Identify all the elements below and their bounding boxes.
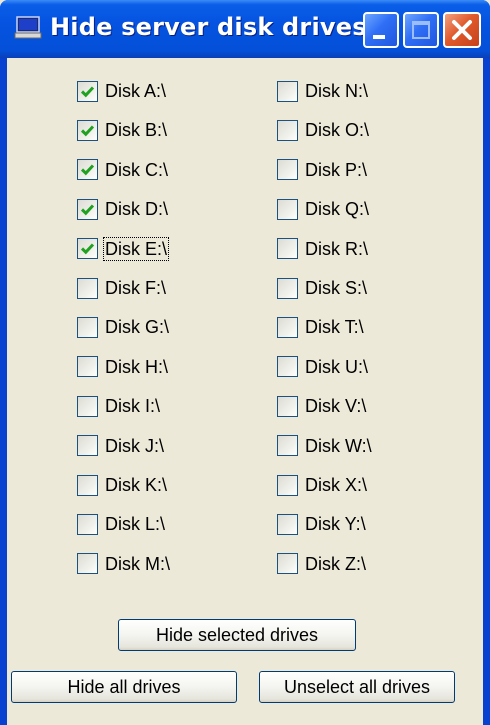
title-bar[interactable]: Hide server disk drives xyxy=(0,0,490,58)
drive-checkbox[interactable] xyxy=(277,80,298,102)
drive-checkbox[interactable] xyxy=(77,316,98,338)
drive-checkbox[interactable] xyxy=(277,435,298,457)
maximize-button[interactable] xyxy=(403,12,439,48)
drive-checkbox[interactable] xyxy=(77,553,98,575)
hide-selected-drives-button[interactable]: Hide selected drives xyxy=(118,619,356,651)
drive-checkbox-row[interactable]: Disk R:\ xyxy=(277,234,369,264)
drive-checkbox-row[interactable]: Disk X:\ xyxy=(277,470,368,500)
drive-checkbox-row[interactable]: Disk M:\ xyxy=(77,549,171,579)
drive-checkbox-row[interactable]: Disk B:\ xyxy=(77,115,168,145)
drive-checkbox-label: Disk I:\ xyxy=(105,396,161,417)
drive-checkbox-row[interactable]: Disk W:\ xyxy=(277,431,373,461)
drive-checkbox[interactable] xyxy=(277,316,298,338)
drive-checkbox-label: Disk O:\ xyxy=(305,120,370,141)
monitor-app-icon xyxy=(14,14,42,42)
drive-checkbox-row[interactable]: Disk C:\ xyxy=(77,155,169,185)
drive-checkbox-row[interactable]: Disk D:\ xyxy=(77,194,169,224)
drive-checkbox-label: Disk U:\ xyxy=(305,356,368,377)
drive-checkbox[interactable] xyxy=(77,474,98,496)
drive-checkbox-label: Disk N:\ xyxy=(305,81,368,101)
drive-checkbox-label: Disk J:\ xyxy=(105,435,165,456)
drive-checkbox-row[interactable]: Disk N:\ xyxy=(277,76,369,106)
drive-checkbox-row[interactable]: Disk I:\ xyxy=(77,391,161,421)
drive-checkbox-label: Disk P:\ xyxy=(305,159,368,180)
unselect-all-drives-button[interactable]: Unselect all drives xyxy=(259,671,455,703)
drive-checkbox-row[interactable]: Disk A:\ xyxy=(77,76,167,106)
drive-checkbox-row[interactable]: Disk T:\ xyxy=(277,312,365,342)
drive-checkbox-row[interactable]: Disk O:\ xyxy=(277,115,370,145)
drive-checkbox-row[interactable]: Disk Z:\ xyxy=(277,549,367,579)
drive-checkbox[interactable] xyxy=(77,356,98,378)
drive-checkbox-row[interactable]: Disk Q:\ xyxy=(277,194,370,224)
maximize-icon xyxy=(412,21,430,39)
drive-checkbox[interactable] xyxy=(277,395,298,417)
drive-checkbox-row[interactable]: Disk E:\ xyxy=(77,234,170,264)
drive-checkbox[interactable] xyxy=(77,80,98,102)
drive-checkbox-label: Disk K:\ xyxy=(105,475,168,495)
drive-checkbox-label: Disk V:\ xyxy=(305,396,367,417)
drive-checkbox[interactable] xyxy=(77,435,98,457)
drive-checkbox-label: Disk F:\ xyxy=(105,278,166,298)
drive-checkbox-label: Disk L:\ xyxy=(105,514,166,535)
drive-checkbox-row[interactable]: Disk L:\ xyxy=(77,509,166,539)
drive-checkbox[interactable] xyxy=(77,238,98,260)
close-button[interactable] xyxy=(443,12,481,48)
drive-checkbox-label: Disk Q:\ xyxy=(305,199,370,220)
drive-checkbox[interactable] xyxy=(277,553,298,575)
dialog-window: Hide server disk drives Disk A:\ Disk B:\… xyxy=(0,0,490,725)
drive-checkbox-label: Disk Z:\ xyxy=(305,553,366,574)
drive-checkbox-label: Disk M:\ xyxy=(105,553,170,574)
drive-checkbox-row[interactable]: Disk J:\ xyxy=(77,431,165,461)
minimize-icon xyxy=(373,35,385,39)
minimize-button[interactable] xyxy=(363,12,399,48)
drive-checkbox-row[interactable]: Disk F:\ xyxy=(77,273,167,303)
hide-all-drives-button[interactable]: Hide all drives xyxy=(11,671,237,703)
drive-checkbox[interactable] xyxy=(277,356,298,378)
window-title: Hide server disk drives xyxy=(50,13,367,41)
drive-checkbox-row[interactable]: Disk Y:\ xyxy=(277,509,367,539)
drive-checkbox-label: Disk Y:\ xyxy=(305,514,366,535)
drive-checkbox-row[interactable]: Disk K:\ xyxy=(77,470,168,500)
drive-checkbox-row[interactable]: Disk H:\ xyxy=(77,352,169,382)
drive-checkbox-label: Disk T:\ xyxy=(305,317,364,338)
checkmark-icon xyxy=(80,204,95,216)
dialog-client-area: Disk A:\ Disk B:\ Disk C:\ Disk D:\ Disk E:\… xyxy=(7,58,483,725)
drive-checkbox[interactable] xyxy=(77,513,98,535)
drive-checkbox[interactable] xyxy=(277,198,298,220)
drive-checkbox-label: Disk G:\ xyxy=(105,317,170,338)
checkmark-icon xyxy=(80,85,95,97)
drive-checkbox-label: Disk E:\ xyxy=(102,236,170,261)
drive-checkbox-row[interactable]: Disk G:\ xyxy=(77,312,170,342)
drive-checkbox-label: Disk H:\ xyxy=(105,356,168,377)
drive-checkbox-label: Disk X:\ xyxy=(305,475,368,495)
drive-checkbox[interactable] xyxy=(277,474,298,496)
drive-checkbox-row[interactable]: Disk V:\ xyxy=(277,391,367,421)
drive-checkbox[interactable] xyxy=(277,238,298,260)
drive-checkbox[interactable] xyxy=(77,119,98,141)
drive-checkbox[interactable] xyxy=(277,119,298,141)
drive-checkbox-label: Disk B:\ xyxy=(105,120,168,141)
drive-checkbox[interactable] xyxy=(77,277,98,299)
checkmark-icon xyxy=(80,243,95,255)
drive-checkbox[interactable] xyxy=(77,395,98,417)
drive-checkbox[interactable] xyxy=(277,159,298,181)
drive-checkbox-label: Disk W:\ xyxy=(305,435,372,456)
drive-checkbox[interactable] xyxy=(277,513,298,535)
drive-checkbox[interactable] xyxy=(77,198,98,220)
drive-checkbox[interactable] xyxy=(277,277,298,299)
close-icon xyxy=(452,20,472,40)
checkmark-icon xyxy=(80,125,95,137)
drive-checkbox-row[interactable]: Disk U:\ xyxy=(277,352,369,382)
drive-checkbox-label: Disk R:\ xyxy=(305,238,368,259)
drive-checkbox[interactable] xyxy=(77,159,98,181)
drive-checkbox-label: Disk S:\ xyxy=(305,278,368,298)
drive-checkbox-label: Disk D:\ xyxy=(105,199,168,220)
checkmark-icon xyxy=(80,164,95,176)
drive-checkbox-label: Disk C:\ xyxy=(105,159,168,180)
drive-checkbox-label: Disk A:\ xyxy=(105,81,167,101)
drive-checkbox-row[interactable]: Disk S:\ xyxy=(277,273,368,303)
drive-checkbox-row[interactable]: Disk P:\ xyxy=(277,155,368,185)
